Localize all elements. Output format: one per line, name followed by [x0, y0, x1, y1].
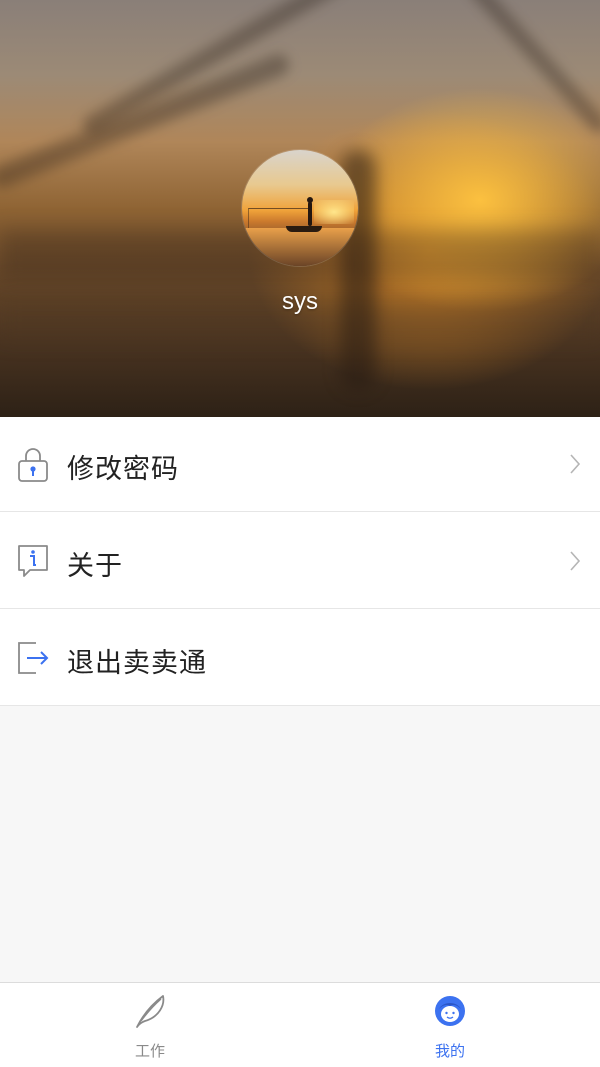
avatar[interactable]	[242, 150, 358, 266]
avatar-net	[248, 208, 308, 228]
menu-item-change-password[interactable]: 修改密码	[0, 417, 600, 512]
chevron-right-icon	[570, 454, 581, 474]
lock-icon	[18, 448, 48, 482]
profile-header: sys	[0, 0, 600, 417]
avatar-fisherman	[308, 202, 312, 226]
settings-menu: 修改密码 关于 退出卖卖通	[0, 417, 600, 706]
menu-item-logout[interactable]: 退出卖卖通	[0, 611, 600, 706]
info-icon	[18, 545, 48, 577]
header-background-streak	[450, 0, 600, 136]
menu-item-about[interactable]: 关于	[0, 514, 600, 609]
avatar-boat	[286, 226, 322, 232]
profile-screen: sys 修改密码 关于 退出卖卖通 工作 我的	[0, 0, 600, 1067]
logout-icon	[18, 642, 49, 674]
chevron-right-icon	[570, 551, 581, 571]
menu-item-label: 修改密码	[67, 454, 179, 485]
bottom-tab-bar: 工作 我的	[0, 982, 600, 1067]
tab-label: 工作	[134, 1042, 165, 1060]
tab-mine[interactable]: 我的	[300, 983, 600, 1067]
username: sys	[282, 288, 318, 315]
header-background-streak	[0, 50, 293, 192]
tab-work[interactable]: 工作	[0, 983, 300, 1067]
user-face-icon	[435, 996, 465, 1026]
menu-item-label: 退出卖卖通	[67, 648, 207, 679]
feather-icon	[136, 995, 165, 1028]
menu-item-label: 关于	[67, 551, 123, 582]
avatar-sun	[314, 200, 354, 224]
avatar-water	[242, 228, 358, 266]
avatar-fisherman-head	[307, 197, 313, 203]
tab-label: 我的	[434, 1042, 465, 1060]
